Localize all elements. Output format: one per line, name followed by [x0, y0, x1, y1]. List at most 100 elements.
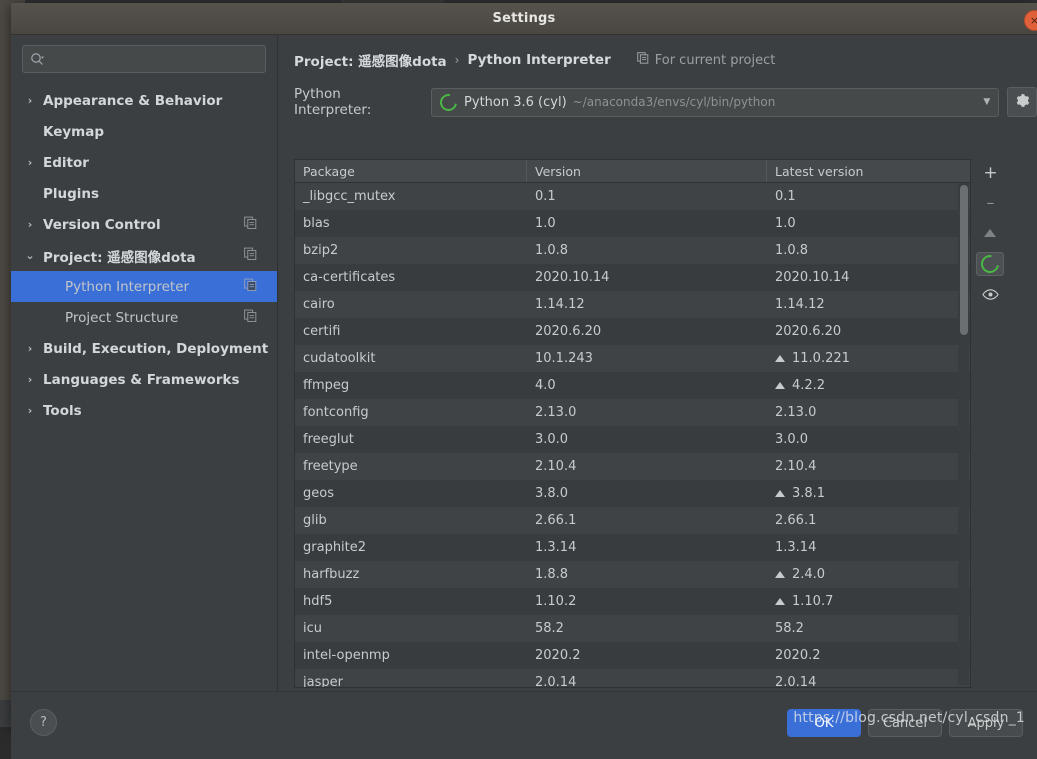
table-row[interactable]: harfbuzz 1.8.8 2.4.0	[295, 561, 970, 588]
table-scrollbar-thumb[interactable]	[959, 185, 968, 335]
conda-env-button[interactable]	[976, 251, 1005, 277]
apply-button[interactable]: Apply	[949, 709, 1023, 737]
table-row[interactable]: geos 3.8.0 3.8.1	[295, 480, 970, 507]
table-row[interactable]: freetype 2.10.4 2.10.4	[295, 453, 970, 480]
sidebar-item-project-structure[interactable]: ›Project Structure	[11, 302, 277, 333]
packages-table: Package Version Latest version _libgcc_m…	[294, 159, 971, 688]
search-input[interactable]	[22, 45, 266, 73]
interpreter-settings-button[interactable]	[1007, 87, 1037, 117]
table-row[interactable]: freeglut 3.0.0 3.0.0	[295, 426, 970, 453]
table-row[interactable]: certifi 2020.6.20 2020.6.20	[295, 318, 970, 345]
table-row[interactable]: icu 58.2 58.2	[295, 615, 970, 642]
column-header-latest-version[interactable]: Latest version	[767, 160, 970, 182]
column-header-package[interactable]: Package	[295, 160, 527, 182]
cell-version: 2.13.0	[535, 405, 577, 420]
table-row[interactable]: blas 1.0 1.0	[295, 210, 970, 237]
table-row[interactable]: bzip2 1.0.8 1.0.8	[295, 237, 970, 264]
sidebar-item-build-execution-deployment[interactable]: › Build, Execution, Deployment	[11, 333, 277, 364]
remove-package-button[interactable]: –	[977, 192, 1003, 214]
table-row[interactable]: glib 2.66.1 2.66.1	[295, 507, 970, 534]
table-scrollbar[interactable]	[957, 183, 969, 685]
sidebar-item-label: Plugins	[43, 185, 100, 202]
table-row[interactable]: hdf5 1.10.2 1.10.7	[295, 588, 970, 615]
cell-package: harfbuzz	[303, 567, 360, 582]
cell-latest-version-text: 2020.2	[775, 648, 821, 663]
column-header-version[interactable]: Version	[527, 160, 767, 182]
cell-latest-version: 2.0.14	[767, 669, 970, 687]
show-early-releases-button[interactable]	[977, 284, 1003, 306]
copy-settings-icon[interactable]	[244, 278, 257, 295]
settings-dialog: Settings × › Appearance & Behavior ›	[11, 3, 1037, 759]
sidebar-item-project-dota[interactable]: ⌄ Project: 遥感图像dota	[11, 240, 277, 271]
table-row[interactable]: fontconfig 2.13.0 2.13.0	[295, 399, 970, 426]
cell-latest-version-text: 1.14.12	[775, 297, 825, 312]
interpreter-select[interactable]: Python 3.6 (cyl) ~/anaconda3/envs/cyl/bi…	[431, 87, 1000, 117]
table-row[interactable]: cudatoolkit 10.1.243 11.0.221	[295, 345, 970, 372]
settings-tree: ›Appearance & Behavior›Keymap›Editor›Plu…	[11, 85, 277, 426]
chevron-right-icon[interactable]: ›	[23, 94, 37, 107]
table-row[interactable]: ffmpeg 4.0 4.2.2	[295, 372, 970, 399]
chevron-down-icon[interactable]: ⌄	[23, 249, 37, 262]
for-current-project-label[interactable]: For current project	[636, 52, 776, 68]
footer-buttons: OK Cancel Apply	[787, 709, 1023, 737]
breadcrumb-project[interactable]: Project: 遥感图像dota	[294, 50, 447, 70]
ok-button[interactable]: OK	[787, 709, 861, 737]
cell-latest-version: 2.13.0	[767, 399, 970, 426]
copy-settings-icon[interactable]	[244, 247, 257, 264]
cell-latest-version-text: 3.0.0	[775, 432, 809, 447]
cell-version: 2.10.4	[535, 459, 577, 474]
upgrade-package-button[interactable]	[977, 222, 1003, 244]
cell-latest-version: 2020.2	[767, 642, 970, 669]
sidebar-item-plugins[interactable]: ›Plugins	[11, 178, 277, 209]
interpreter-label: Python Interpreter:	[294, 86, 372, 118]
close-icon[interactable]: ×	[1024, 10, 1037, 31]
chevron-right-icon[interactable]: ›	[23, 156, 37, 169]
chevron-right-icon[interactable]: ›	[23, 218, 37, 231]
sidebar-item-appearance-behavior[interactable]: › Appearance & Behavior	[11, 85, 277, 116]
cell-latest-version-text: 2020.6.20	[775, 324, 842, 339]
cell-latest-version: 2020.10.14	[767, 264, 970, 291]
dialog-footer: ? OK Cancel Apply https://blog.csdn.net/…	[11, 691, 1037, 759]
upgrade-available-icon	[775, 490, 785, 497]
cell-version: 1.0.8	[535, 243, 569, 258]
chevron-right-icon[interactable]: ›	[23, 342, 37, 355]
sidebar-item-keymap[interactable]: ›Keymap	[11, 116, 277, 147]
table-body: _libgcc_mutex 0.1 0.1 blas 1.0 1.0 bzip2 1.0.8 1…	[295, 183, 970, 687]
help-button[interactable]: ?	[30, 709, 57, 736]
sidebar-item-python-interpreter[interactable]: ›Python Interpreter	[11, 271, 277, 302]
conda-ring-icon	[436, 90, 461, 114]
sidebar-item-editor[interactable]: › Editor	[11, 147, 277, 178]
cell-package: glib	[303, 513, 327, 528]
cell-latest-version-text: 1.3.14	[775, 540, 817, 555]
cell-package: bzip2	[303, 243, 339, 258]
chevron-right-icon[interactable]: ›	[23, 404, 37, 417]
cell-latest-version: 1.0	[767, 210, 970, 237]
table-row[interactable]: ca-certificates 2020.10.14 2020.10.14	[295, 264, 970, 291]
chevron-right-icon[interactable]: ›	[23, 373, 37, 386]
table-row[interactable]: graphite2 1.3.14 1.3.14	[295, 534, 970, 561]
cell-latest-version-text: 2.66.1	[775, 513, 817, 528]
cell-latest-version: 0.1	[767, 183, 970, 210]
sidebar-item-label: Build, Execution, Deployment	[43, 340, 269, 357]
table-row[interactable]: jasper 2.0.14 2.0.14	[295, 669, 970, 687]
sidebar-item-version-control[interactable]: › Version Control	[11, 209, 277, 240]
sidebar-item-languages-frameworks[interactable]: › Languages & Frameworks	[11, 364, 277, 395]
copy-settings-icon[interactable]	[244, 216, 257, 233]
table-row[interactable]: _libgcc_mutex 0.1 0.1	[295, 183, 970, 210]
for-current-project-text: For current project	[654, 52, 776, 68]
gear-icon	[1015, 93, 1030, 112]
cell-latest-version-text: 2.13.0	[775, 405, 817, 420]
cell-package: intel-openmp	[303, 648, 390, 663]
table-row[interactable]: intel-openmp 2020.2 2020.2	[295, 642, 970, 669]
cell-package: blas	[303, 216, 330, 231]
sidebar-item-tools[interactable]: › Tools	[11, 395, 277, 426]
table-row[interactable]: cairo 1.14.12 1.14.12	[295, 291, 970, 318]
cell-latest-version: 2.10.4	[767, 453, 970, 480]
cancel-button[interactable]: Cancel	[868, 709, 942, 737]
cell-latest-version-text: 11.0.221	[792, 351, 850, 366]
chevron-down-icon[interactable]: ▼	[983, 97, 990, 107]
copy-settings-icon[interactable]	[244, 309, 257, 326]
cell-package: cairo	[303, 297, 335, 312]
add-package-button[interactable]: +	[977, 162, 1003, 184]
sidebar-item-label: Appearance & Behavior	[43, 92, 223, 109]
